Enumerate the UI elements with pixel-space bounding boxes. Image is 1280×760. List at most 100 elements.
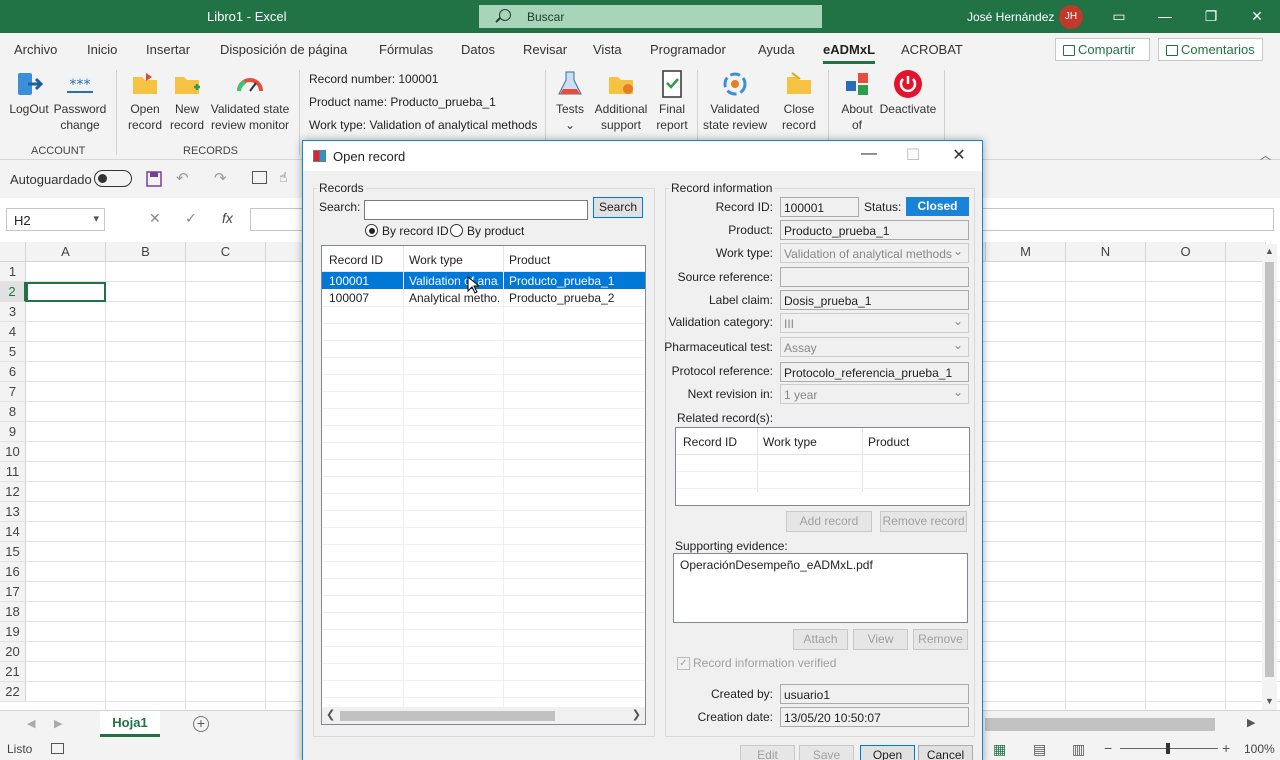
view-button[interactable]: View bbox=[853, 629, 908, 650]
related-header-work-type[interactable]: Work type bbox=[763, 435, 817, 449]
cancel-button[interactable]: Cancel bbox=[918, 745, 973, 760]
record-search-input[interactable] bbox=[364, 200, 588, 220]
zoom-level[interactable]: 100% bbox=[1244, 742, 1275, 756]
search-box[interactable]: Buscar bbox=[479, 5, 822, 28]
save-icon[interactable] bbox=[146, 171, 162, 187]
column-header[interactable]: C bbox=[186, 242, 266, 262]
select-all-corner[interactable] bbox=[0, 242, 26, 262]
tab-disposicion[interactable]: Disposición de página bbox=[220, 42, 347, 57]
tab-insertar[interactable]: Insertar bbox=[146, 42, 190, 57]
row-header[interactable]: 13 bbox=[0, 502, 26, 522]
deactivate-button[interactable]: Deactivate bbox=[878, 69, 938, 117]
records-list[interactable]: Record ID Work type Product 100001 Valid… bbox=[321, 245, 646, 725]
row-header[interactable]: 10 bbox=[0, 442, 26, 462]
undo-icon[interactable]: ↶ bbox=[176, 169, 189, 187]
row-header[interactable]: 6 bbox=[0, 362, 26, 382]
radio-by-record-id[interactable] bbox=[365, 224, 378, 237]
scroll-right-icon[interactable]: ❯ bbox=[632, 708, 641, 721]
touch-mode-icon[interactable]: ☝ bbox=[279, 169, 288, 186]
zoom-slider-thumb[interactable] bbox=[1166, 743, 1170, 754]
evidence-file-item[interactable]: OperaciónDesempeño_eADMxL.pdf bbox=[680, 558, 873, 572]
avatar[interactable]: JH bbox=[1059, 5, 1083, 29]
radio-by-product[interactable] bbox=[450, 224, 463, 237]
tab-inicio[interactable]: Inicio bbox=[87, 42, 117, 57]
tab-archivo[interactable]: Archivo bbox=[14, 42, 57, 57]
final-report-button[interactable]: Final report bbox=[652, 69, 692, 133]
scroll-left-icon[interactable]: ❮ bbox=[326, 708, 335, 721]
supporting-evidence-list[interactable]: OperaciónDesempeño_eADMxL.pdf bbox=[673, 553, 968, 623]
column-header[interactable]: N bbox=[1066, 242, 1146, 262]
related-records-list[interactable]: Record ID Work type Product bbox=[675, 427, 970, 506]
related-header-record-id[interactable]: Record ID bbox=[683, 435, 737, 449]
row-header[interactable]: 19 bbox=[0, 622, 26, 642]
vertical-scrollbar[interactable]: ▲ ▼ bbox=[1262, 244, 1277, 710]
next-sheet-icon[interactable]: ▶ bbox=[54, 717, 62, 730]
tab-vista[interactable]: Vista bbox=[593, 42, 622, 57]
insert-function-icon[interactable]: fx bbox=[222, 210, 233, 226]
share-button[interactable]: Compartir bbox=[1055, 38, 1150, 61]
horizontal-scroll-thumb[interactable] bbox=[985, 718, 1215, 731]
row-header[interactable]: 1 bbox=[0, 262, 26, 282]
tab-acrobat[interactable]: ACROBAT bbox=[901, 42, 963, 57]
row-header[interactable]: 8 bbox=[0, 402, 26, 422]
row-header[interactable]: 5 bbox=[0, 342, 26, 362]
form-icon[interactable] bbox=[252, 171, 267, 184]
edit-button[interactable]: Edit bbox=[740, 745, 795, 760]
password-change-button[interactable]: *** Password change bbox=[52, 69, 108, 133]
row-header[interactable]: 11 bbox=[0, 462, 26, 482]
search-button[interactable]: Search bbox=[593, 197, 643, 218]
related-header-product[interactable]: Product bbox=[868, 435, 909, 449]
dialog-close-icon[interactable]: ✕ bbox=[939, 145, 979, 165]
normal-view-icon[interactable]: ▦ bbox=[993, 741, 1006, 758]
comments-button[interactable]: Comentarios bbox=[1158, 38, 1263, 61]
list-header-product[interactable]: Product bbox=[509, 253, 550, 267]
attach-button[interactable]: Attach bbox=[793, 629, 848, 650]
tests-button[interactable]: Tests ⌄ bbox=[552, 69, 588, 133]
dialog-minimize-icon[interactable]: — bbox=[849, 145, 889, 163]
open-record-button[interactable]: Open record bbox=[124, 69, 166, 133]
page-layout-icon[interactable]: ▤ bbox=[1033, 741, 1046, 758]
row-header[interactable]: 3 bbox=[0, 302, 26, 322]
additional-support-button[interactable]: Additional support bbox=[590, 69, 652, 133]
enter-formula-icon[interactable]: ✓ bbox=[185, 210, 197, 227]
ribbon-display-icon[interactable]: ▭ bbox=[1096, 0, 1142, 33]
row-header[interactable]: 16 bbox=[0, 562, 26, 582]
list-horizontal-scrollbar[interactable]: ❮ ❯ bbox=[322, 707, 645, 724]
column-header[interactable]: A bbox=[26, 242, 106, 262]
page-break-icon[interactable]: ▥ bbox=[1072, 741, 1085, 758]
about-button[interactable]: About of bbox=[836, 69, 878, 133]
name-box[interactable]: H2 bbox=[6, 208, 105, 231]
save-button[interactable]: Save bbox=[799, 745, 854, 760]
row-header[interactable]: 7 bbox=[0, 382, 26, 402]
tab-datos[interactable]: Datos bbox=[461, 42, 495, 57]
row-header[interactable]: 22 bbox=[0, 682, 26, 702]
list-scroll-thumb[interactable] bbox=[340, 711, 555, 721]
macro-record-icon[interactable] bbox=[51, 743, 64, 754]
list-item[interactable]: 100001 Validation of ana... Producto_pru… bbox=[322, 272, 645, 289]
column-header[interactable]: M bbox=[986, 242, 1066, 262]
zoom-out-icon[interactable]: − bbox=[1104, 740, 1112, 756]
minimize-icon[interactable]: — bbox=[1142, 0, 1188, 33]
zoom-in-icon[interactable]: + bbox=[1222, 740, 1230, 756]
tab-eadmxl[interactable]: eADMxL bbox=[823, 42, 876, 64]
verified-checkbox[interactable]: ✓ bbox=[677, 657, 690, 670]
row-header[interactable]: 2 bbox=[0, 282, 26, 302]
open-button[interactable]: Open bbox=[860, 745, 915, 760]
row-header[interactable]: 20 bbox=[0, 642, 26, 662]
close-icon[interactable]: ✕ bbox=[1234, 0, 1280, 33]
row-header[interactable]: 14 bbox=[0, 522, 26, 542]
column-header[interactable]: O bbox=[1146, 242, 1226, 262]
list-header-record-id[interactable]: Record ID bbox=[329, 253, 383, 267]
row-header[interactable]: 17 bbox=[0, 582, 26, 602]
row-header[interactable]: 12 bbox=[0, 482, 26, 502]
scroll-thumb[interactable] bbox=[1265, 262, 1274, 677]
new-record-button[interactable]: New record bbox=[166, 69, 208, 133]
close-record-button[interactable]: Close record bbox=[778, 69, 820, 133]
tab-formulas[interactable]: Fórmulas bbox=[379, 42, 433, 57]
validated-state-monitor-button[interactable]: Validated state review monitor bbox=[208, 69, 292, 133]
row-header[interactable]: 15 bbox=[0, 542, 26, 562]
logout-button[interactable]: LogOut bbox=[8, 69, 50, 117]
row-header[interactable]: 18 bbox=[0, 602, 26, 622]
cancel-formula-icon[interactable]: ✕ bbox=[149, 210, 161, 227]
scroll-down-icon[interactable]: ▼ bbox=[1265, 696, 1274, 706]
